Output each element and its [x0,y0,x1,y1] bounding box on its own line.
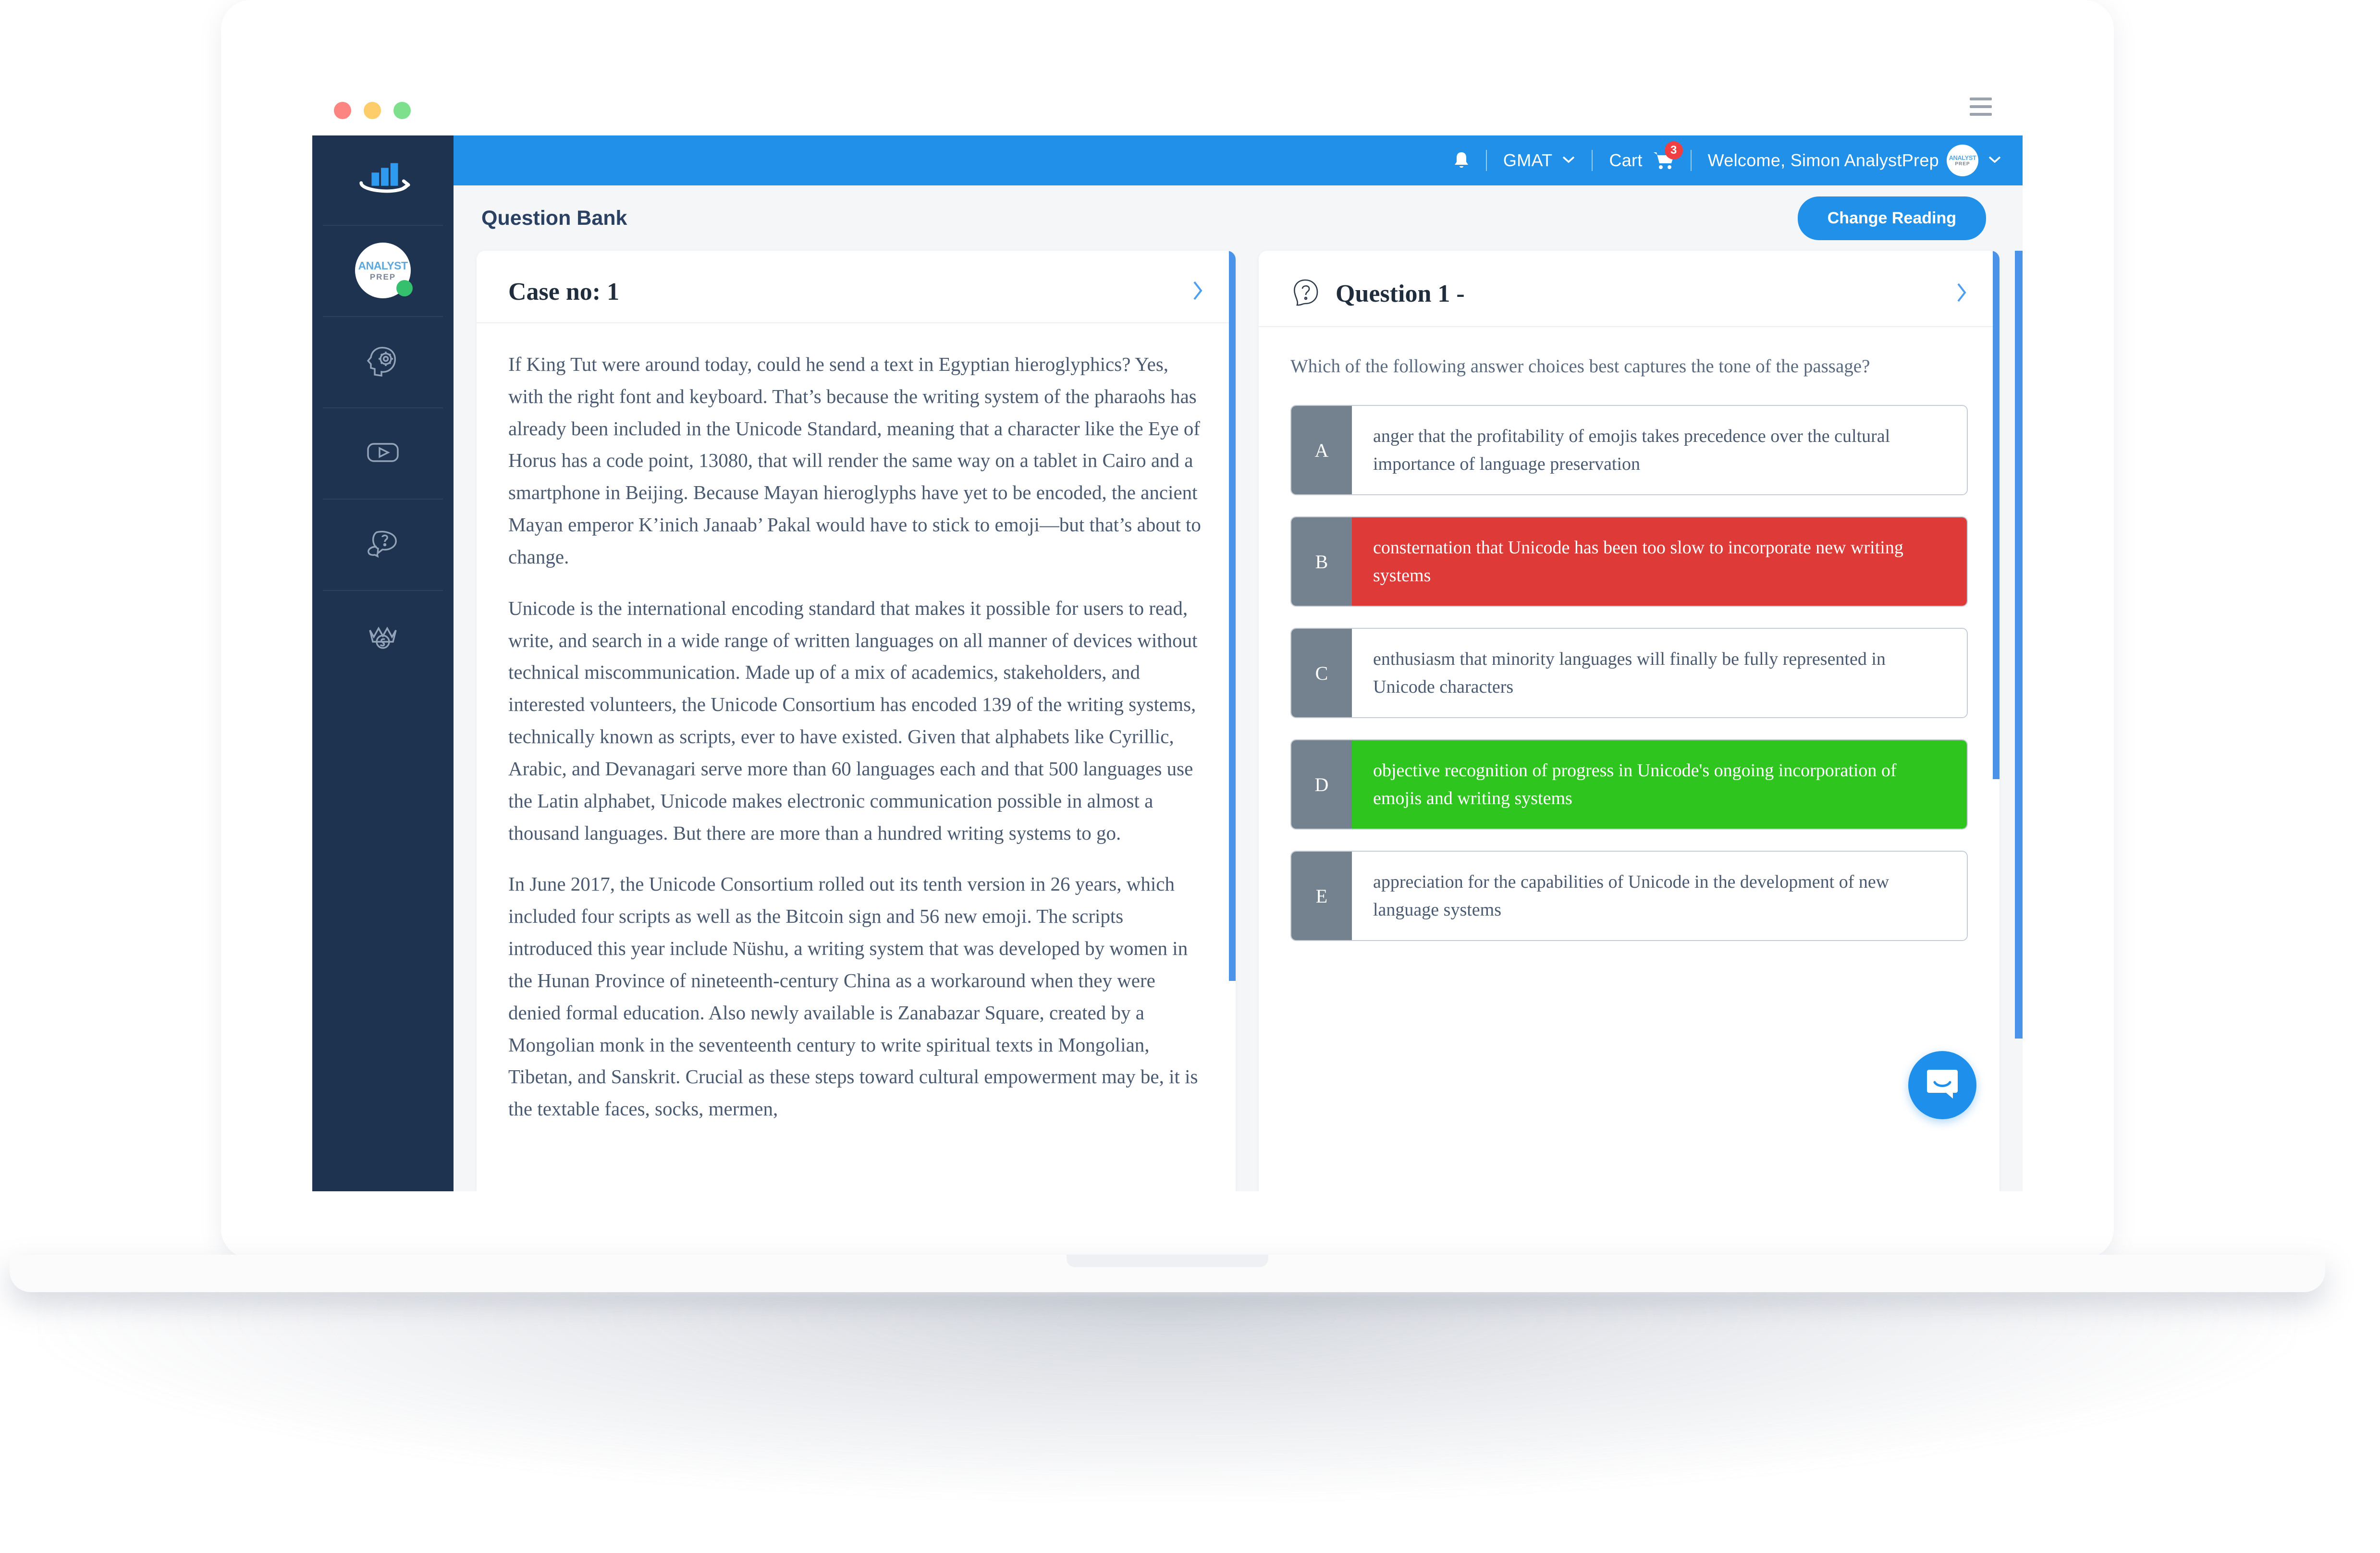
close-window-icon[interactable] [334,102,351,119]
shopping-cart-icon: 3 [1653,141,1683,170]
notification-bell-icon[interactable] [1453,151,1470,170]
sidebar-item-learn[interactable] [312,316,454,407]
user-menu[interactable]: Welcome, Simon AnalystPrep ANALYST PREP [1708,145,2001,176]
sidebar-item-logo[interactable] [312,135,454,225]
answer-choice-e[interactable]: E appreciation for the capabilities of U… [1290,851,1968,942]
browser-chrome [312,77,2023,135]
cart-label: Cart [1609,150,1643,170]
change-reading-button[interactable]: Change Reading [1797,196,1986,240]
avatar-brand-bottom: PREP [369,272,396,281]
choice-letter: A [1291,406,1352,495]
choice-letter: D [1291,740,1352,829]
case-title: Case no: 1 [508,278,620,306]
chevron-right-icon[interactable] [1955,282,1968,306]
content-area: Case no: 1 If King Tut were around today… [454,251,2023,1191]
case-panel-header: Case no: 1 [477,251,1236,323]
choice-letter: E [1291,852,1352,941]
sidebar-item-premium[interactable] [312,590,454,681]
laptop-shadow [38,1292,2296,1499]
passage-paragraph: In June 2017, the Unicode Consortium rol… [508,873,1198,1120]
user-avatar-brand-bottom: PREP [1955,161,1970,167]
browser-window: ANALYST PREP GMAT Cart 3 Welcome, Simon … [312,77,2023,1191]
nav-divider-1 [1485,150,1487,171]
answer-choice-a[interactable]: A anger that the profitability of emojis… [1290,405,1968,496]
chevron-right-icon[interactable] [1191,280,1204,304]
intercom-chat-icon [1924,1066,1961,1105]
chat-launcher-button[interactable] [1908,1051,1976,1119]
choice-text: appreciation for the capabilities of Uni… [1352,852,1967,941]
top-navbar: GMAT Cart 3 Welcome, Simon AnalystPrep A… [454,135,2023,185]
question-body: Which of the following answer choices be… [1259,327,2000,942]
online-status-dot [396,280,413,296]
app-shell: ANALYST PREP GMAT Cart 3 Welcome, Simon … [312,135,2023,1191]
nav-divider-3 [1690,150,1692,171]
page-header: Question Bank Change Reading [454,185,2023,251]
sidebar: ANALYST PREP [312,135,454,1191]
choice-letter: B [1291,517,1352,606]
question-panel-scrollbar[interactable] [1993,251,2000,1191]
main-column: GMAT Cart 3 Welcome, Simon AnalystPrep A… [454,135,2023,1191]
scrollbar-thumb[interactable] [1993,251,2000,779]
choice-text: enthusiasm that minority languages will … [1352,629,1967,718]
page-scrollbar[interactable] [2015,251,2023,1191]
laptop-notch [1067,1255,1268,1267]
passage-paragraph: Unicode is the international encoding st… [508,597,1198,844]
crown-s-icon [365,617,401,655]
choice-text: anger that the profitability of emojis t… [1352,406,1967,495]
minimize-window-icon[interactable] [364,102,381,119]
welcome-label: Welcome, Simon AnalystPrep [1707,150,1939,170]
user-avatar-brand-top: ANALYST [1949,154,1976,161]
page-title: Question Bank [481,206,627,230]
exam-label: GMAT [1503,150,1553,170]
hamburger-icon[interactable] [1970,98,1992,116]
cart-count-badge: 3 [1664,141,1683,159]
sidebar-item-profile[interactable]: ANALYST PREP [312,225,454,316]
laptop-mockup: ANALYST PREP GMAT Cart 3 Welcome, Simon … [10,0,2325,1499]
avatar-brand-top: ANALYST [358,259,408,272]
passage-paragraph: If King Tut were around today, could he … [508,353,1201,568]
choice-text: consternation that Unicode has been too … [1352,517,1967,606]
bar-chart-logo-icon [355,162,411,199]
case-panel-scrollbar[interactable] [1229,251,1236,1191]
user-avatar: ANALYST PREP [1947,145,1978,176]
exam-selector[interactable]: GMAT [1503,150,1576,171]
chevron-down-icon [1988,155,2001,166]
choice-letter: C [1291,629,1352,718]
sidebar-item-question-bank[interactable] [312,499,454,590]
answer-choice-d[interactable]: D objective recognition of progress in U… [1290,739,1968,830]
chevron-down-icon [1562,155,1575,166]
nav-divider-2 [1592,150,1593,171]
choice-text: objective recognition of progress in Uni… [1352,740,1967,829]
maximize-window-icon[interactable] [393,102,411,119]
case-passage: If King Tut were around today, could he … [477,323,1236,1125]
window-controls[interactable] [334,102,411,119]
brain-gear-icon [365,343,401,381]
question-bubble-icon [1290,278,1320,310]
scrollbar-thumb[interactable] [2015,251,2023,1039]
cart-button[interactable]: Cart 3 [1609,141,1683,171]
question-panel-header: Question 1 - [1259,251,2000,327]
question-title: Question 1 - [1336,280,1465,307]
answer-choice-b[interactable]: B consternation that Unicode has been to… [1290,516,1968,607]
case-panel: Case no: 1 If King Tut were around today… [477,251,1236,1191]
question-bubble-icon [365,526,401,563]
video-play-icon [365,434,401,472]
question-prompt: Which of the following answer choices be… [1290,356,1870,377]
sidebar-item-videos[interactable] [312,407,454,499]
question-panel: Question 1 - Which of the following answ… [1259,251,2000,1191]
avatar: ANALYST PREP [355,243,413,298]
answer-choice-c[interactable]: C enthusiasm that minority languages wil… [1290,628,1968,719]
scrollbar-thumb[interactable] [1229,251,1236,981]
